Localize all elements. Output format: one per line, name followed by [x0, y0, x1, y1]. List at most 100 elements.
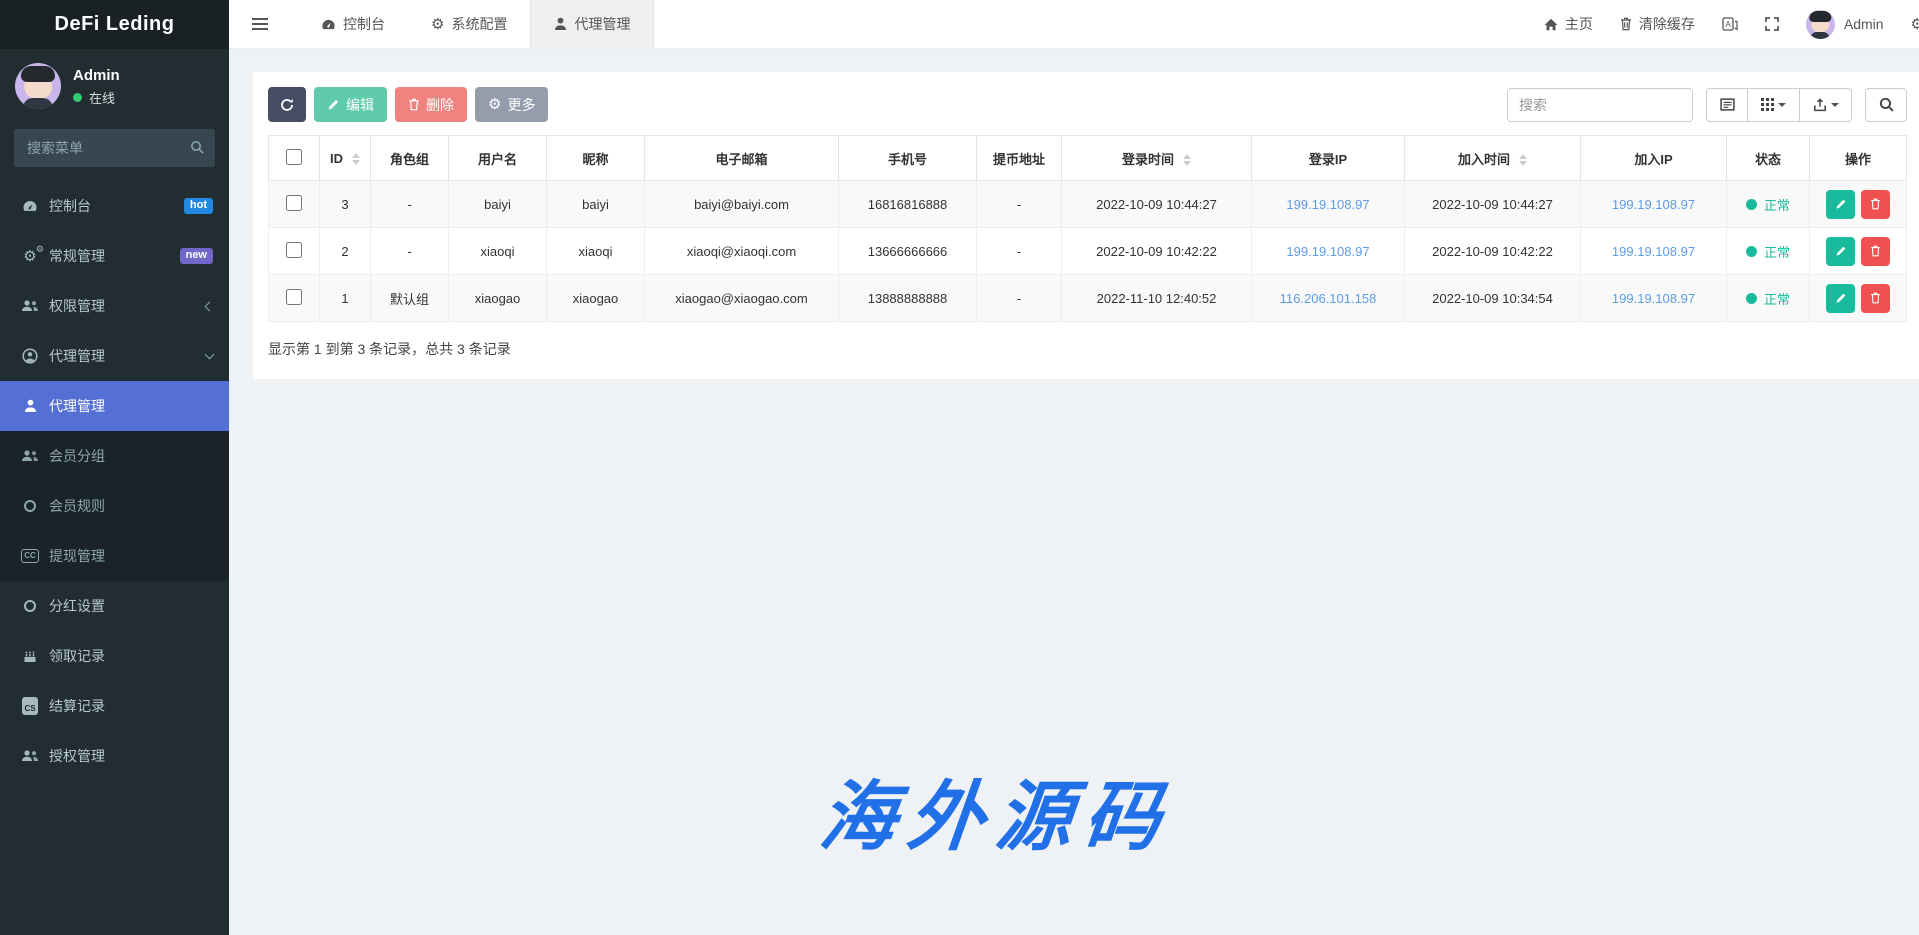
cell-join-time: 2022-10-09 10:42:22 — [1405, 228, 1581, 275]
export-button[interactable] — [1800, 88, 1852, 122]
navbar-right: 主页 清除缓存 A Admin — [1544, 0, 1919, 48]
join-ip-link[interactable]: 199.19.108.97 — [1612, 291, 1695, 306]
column-header-email: 电子邮箱 — [645, 136, 839, 181]
cc-icon: CC — [21, 549, 39, 563]
sidebar-item-authorization[interactable]: 授权管理 — [0, 731, 229, 781]
cell-nickname: xiaoqi — [547, 228, 645, 275]
sidebar-item-claim-records[interactable]: 领取记录 — [0, 631, 229, 681]
sort-icon[interactable] — [352, 153, 360, 165]
brand-logo[interactable]: DeFi Leding — [0, 0, 229, 49]
sort-icon[interactable] — [1519, 154, 1527, 166]
sidebar-item-dashboard[interactable]: 控制台 hot — [0, 181, 229, 231]
row-delete-button[interactable] — [1861, 190, 1890, 219]
row-edit-button[interactable] — [1826, 237, 1855, 266]
user-icon — [21, 399, 39, 413]
table-search-input[interactable] — [1507, 88, 1693, 122]
join-ip-link[interactable]: 199.19.108.97 — [1612, 197, 1695, 212]
cell-group: - — [371, 228, 449, 275]
edit-button[interactable]: 编辑 — [314, 87, 387, 122]
status-dot-icon — [1746, 199, 1757, 210]
tab-label: 系统配置 — [451, 14, 507, 34]
clear-cache-link[interactable]: 清除缓存 — [1620, 14, 1695, 34]
sidebar-toggle-button[interactable] — [229, 0, 286, 48]
login-ip-link[interactable]: 116.206.101.158 — [1280, 291, 1377, 306]
join-ip-link[interactable]: 199.19.108.97 — [1612, 244, 1695, 259]
sidebar-item-dividends[interactable]: 分红设置 — [0, 581, 229, 631]
settings-button[interactable]: ⚙⚙ — [1911, 17, 1919, 32]
sidebar-item-label: 授权管理 — [49, 746, 213, 766]
tab-system-config[interactable]: ⚙ 系统配置 — [408, 0, 530, 48]
brand-text: DeFi Leding — [55, 13, 175, 36]
column-header-actions: 操作 — [1810, 136, 1907, 181]
cake-icon — [21, 649, 39, 663]
column-header-username: 用户名 — [449, 136, 547, 181]
login-ip-link[interactable]: 199.19.108.97 — [1286, 244, 1369, 259]
sidebar-item-general[interactable]: ⚙⚙ 常规管理 new — [0, 231, 229, 281]
pencil-icon — [327, 98, 340, 111]
cell-username: xiaogao — [449, 275, 547, 322]
refresh-button[interactable] — [268, 87, 306, 122]
view-button-group — [1706, 88, 1852, 122]
user-status-label: 在线 — [89, 88, 115, 107]
cell-login-time: 2022-10-09 10:44:27 — [1062, 181, 1252, 228]
row-delete-button[interactable] — [1861, 237, 1890, 266]
sidebar-item-label: 结算记录 — [49, 696, 213, 716]
more-button[interactable]: ⚙ 更多 — [475, 87, 548, 122]
gear-icon: ⚙ — [488, 97, 501, 112]
sidebar-subitem-member-rules[interactable]: 会员规则 — [0, 481, 229, 531]
row-checkbox[interactable] — [286, 195, 302, 211]
cell-phone: 13888888888 — [839, 275, 977, 322]
tab-dashboard[interactable]: 控制台 — [298, 0, 408, 48]
online-dot-icon — [73, 93, 82, 102]
column-header-id[interactable]: ID — [320, 136, 371, 181]
sort-icon[interactable] — [1183, 154, 1191, 166]
column-header-login-time[interactable]: 登录时间 — [1062, 136, 1252, 181]
row-delete-button[interactable] — [1861, 284, 1890, 313]
sidebar-item-label: 权限管理 — [49, 296, 206, 316]
sidebar-subitem-withdrawals[interactable]: CC 提现管理 — [0, 531, 229, 581]
cell-email: xiaoqi@xiaoqi.com — [645, 228, 839, 275]
status-badge: 正常 — [1746, 195, 1790, 214]
column-header-join-time[interactable]: 加入时间 — [1405, 136, 1581, 181]
cell-id: 3 — [320, 181, 371, 228]
trash-icon — [1620, 17, 1632, 31]
home-link[interactable]: 主页 — [1544, 14, 1593, 34]
select-all-cell — [269, 136, 320, 181]
cell-group: 默认组 — [371, 275, 449, 322]
sidebar-item-settlement-records[interactable]: CS 结算记录 — [0, 681, 229, 731]
column-header-status: 状态 — [1727, 136, 1810, 181]
navbar-user-menu[interactable]: Admin — [1806, 10, 1884, 39]
row-checkbox[interactable] — [286, 242, 302, 258]
sidebar-subitem-member-groups[interactable]: 会员分组 — [0, 431, 229, 481]
search-button[interactable] — [1865, 88, 1907, 122]
caret-down-icon — [1778, 103, 1786, 107]
language-button[interactable]: A — [1722, 17, 1738, 32]
row-edit-button[interactable] — [1826, 190, 1855, 219]
new-badge: new — [180, 248, 213, 264]
login-ip-link[interactable]: 199.19.108.97 — [1286, 197, 1369, 212]
row-checkbox[interactable] — [286, 289, 302, 305]
columns-button[interactable] — [1748, 88, 1800, 122]
user-info: Admin 在线 — [73, 65, 120, 107]
delete-button[interactable]: 删除 — [395, 87, 467, 122]
sidebar-subitem-label: 代理管理 — [49, 396, 213, 416]
user-panel: Admin 在线 — [0, 49, 229, 121]
sidebar: DeFi Leding Admin 在线 控制台 hot ⚙ — [0, 0, 229, 935]
fullscreen-button[interactable] — [1765, 17, 1779, 31]
sidebar-item-permissions[interactable]: 权限管理 — [0, 281, 229, 331]
column-header-address: 提币地址 — [977, 136, 1062, 181]
tab-agents[interactable]: 代理管理 — [530, 0, 654, 48]
cell-address: - — [977, 275, 1062, 322]
row-edit-button[interactable] — [1826, 284, 1855, 313]
table-row: 1 默认组 xiaogao xiaogao xiaogao@xiaogao.co… — [269, 275, 1907, 322]
menu-search — [14, 129, 215, 167]
status-dot-icon — [1746, 246, 1757, 257]
app-root: DeFi Leding Admin 在线 控制台 hot ⚙ — [0, 0, 1919, 935]
sidebar-item-agents-parent[interactable]: 代理管理 — [0, 331, 229, 381]
select-all-checkbox[interactable] — [286, 149, 302, 165]
menu-search-input[interactable] — [14, 129, 215, 167]
table-toolbar: 编辑 删除 ⚙ 更多 — [268, 87, 1907, 122]
detail-view-button[interactable] — [1706, 88, 1748, 122]
nav-tabs: 控制台 ⚙ 系统配置 代理管理 — [298, 0, 654, 48]
sidebar-subitem-agents[interactable]: 代理管理 — [0, 381, 229, 431]
